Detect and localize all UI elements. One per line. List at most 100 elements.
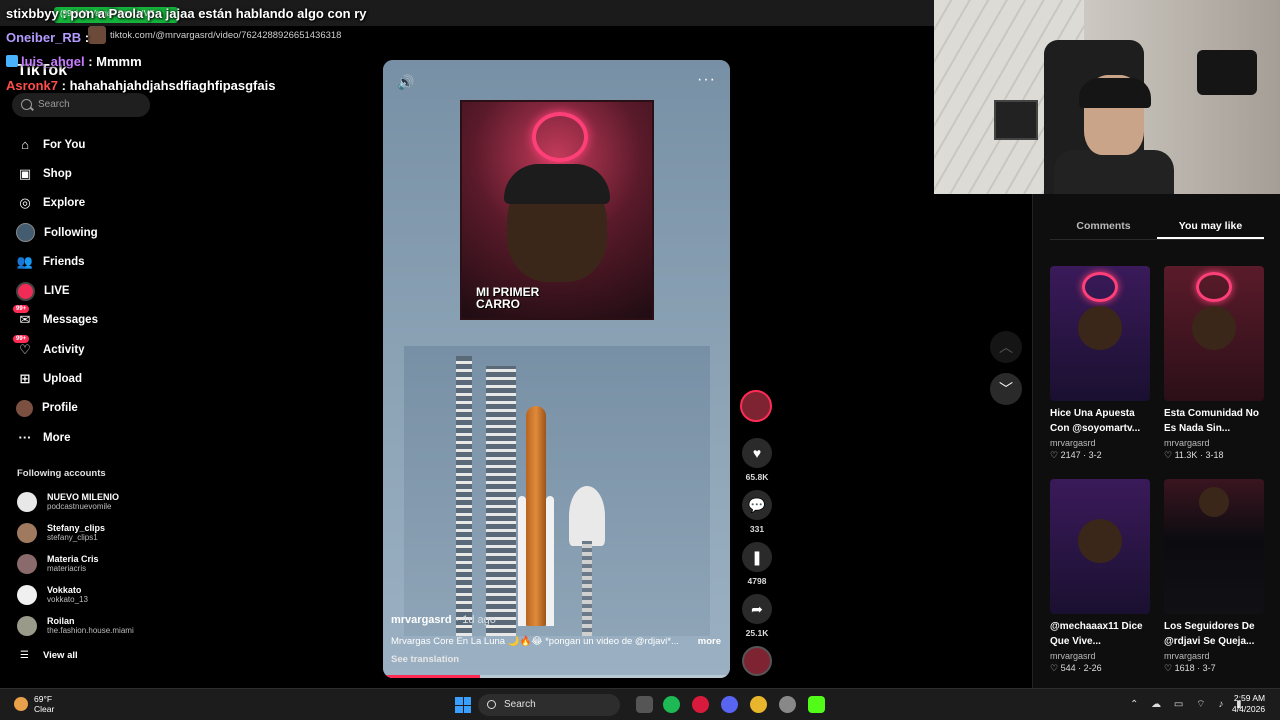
nav-live[interactable]: LIVE bbox=[16, 276, 98, 305]
card-meta: ♡ 11.3K · 3-18 bbox=[1164, 450, 1224, 460]
rocket bbox=[526, 406, 546, 626]
following-account[interactable]: Stefany_clips stefany_clips1 bbox=[17, 523, 105, 543]
nav-label: Activity bbox=[43, 343, 85, 356]
like-button[interactable]: ♥ bbox=[742, 438, 772, 468]
nav-label: Friends bbox=[43, 255, 85, 268]
nav-shop[interactable]: ▣ Shop bbox=[16, 159, 98, 188]
chat-user: luis_ahgel bbox=[21, 54, 85, 69]
taskbar-search[interactable]: Search bbox=[478, 694, 620, 716]
inset-label-line: CARRO bbox=[476, 297, 520, 311]
water-tower-leg bbox=[582, 541, 592, 636]
chat-sep: : bbox=[81, 30, 90, 45]
kick-icon[interactable] bbox=[808, 696, 825, 713]
nav-activity[interactable]: ♡ 99+ Activity bbox=[13, 334, 98, 364]
suggested-video-card[interactable]: Hice Una Apuesta Con @soyomartv... mrvar… bbox=[1050, 266, 1150, 461]
nav-label: Shop bbox=[43, 167, 72, 180]
thumbnail-neon bbox=[1196, 272, 1232, 302]
nav-for-you[interactable]: ⌂ For You bbox=[16, 130, 98, 159]
nav-profile[interactable]: Profile bbox=[16, 394, 98, 423]
activity-badge: 99+ bbox=[13, 334, 30, 343]
chat-user: Oneiber_RB bbox=[6, 30, 82, 45]
account-name: NUEVO MILENIO bbox=[47, 492, 120, 502]
suggested-video-card[interactable]: @mechaaax11 Dice Que Vive... mrvargasrd … bbox=[1050, 479, 1150, 674]
sidebar-nav: ⌂ For You ▣ Shop ◎ Explore Following 👥 Frien… bbox=[13, 130, 98, 452]
tab-you-may-like[interactable]: You may like bbox=[1157, 216, 1264, 239]
more-dots-icon: ··· bbox=[18, 430, 32, 446]
bookmark-button[interactable]: ❚ bbox=[742, 542, 772, 572]
video-player[interactable]: 🔊 ··· MI PRIMER CARRO mrvargasrd · 1d ago … bbox=[383, 60, 730, 678]
nav-explore[interactable]: ◎ Explore bbox=[16, 189, 98, 218]
thumbnail-neon bbox=[1082, 272, 1118, 302]
desk-monitor bbox=[994, 100, 1038, 140]
next-video-button[interactable]: ﹀ bbox=[990, 373, 1022, 405]
suggested-video-card[interactable]: Esta Comunidad No Es Nada Sin... mrvarga… bbox=[1164, 266, 1264, 461]
nav-upload[interactable]: ⊞ Upload bbox=[16, 364, 98, 393]
volume-icon[interactable]: 🔊 bbox=[397, 74, 414, 91]
right-panel: Comments You may like Hice Una Apuesta C… bbox=[1032, 194, 1280, 688]
creator-avatar[interactable] bbox=[740, 390, 772, 422]
share-count: 25.1K bbox=[745, 628, 769, 638]
launch-tower bbox=[456, 356, 472, 636]
more-options-icon[interactable]: ··· bbox=[697, 71, 716, 89]
action-rail: ♥ 65.8K 💬 331 ❚ 4798 ➦ 25.1K bbox=[740, 390, 774, 676]
activity-icon: ♡ 99+ bbox=[13, 334, 34, 359]
chat-message: stixbbyy : pon a Paola pa jajaa están ha… bbox=[6, 2, 367, 26]
following-account[interactable]: Materia Cris materiacris bbox=[17, 554, 99, 574]
card-title: Esta Comunidad No Es Nada Sin... bbox=[1164, 408, 1260, 434]
nav-messages[interactable]: ✉ 99+ Messages bbox=[13, 305, 98, 335]
card-likes: 1618 bbox=[1174, 663, 1195, 673]
card-author: mrvargasrd bbox=[1050, 651, 1096, 661]
card-author: mrvargasrd bbox=[1050, 438, 1096, 448]
tab-comments[interactable]: Comments bbox=[1050, 216, 1157, 239]
discord-icon[interactable] bbox=[721, 696, 738, 713]
card-date: 3-7 bbox=[1202, 663, 1216, 673]
following-account[interactable]: Vokkato vokkato_13 bbox=[17, 585, 88, 605]
video-progress-bar[interactable] bbox=[383, 675, 730, 678]
nav-label: For You bbox=[43, 138, 86, 151]
account-name: Materia Cris bbox=[47, 554, 99, 564]
comment-button[interactable]: 💬 bbox=[742, 490, 772, 520]
account-name: Stefany_clips bbox=[47, 523, 106, 533]
shopping-bag-icon: ▣ bbox=[18, 165, 32, 181]
card-date: 3-2 bbox=[1088, 450, 1102, 460]
suggested-video-card[interactable]: Los Seguidores De @rdjavi Se Queja... mr… bbox=[1164, 479, 1264, 674]
previous-video-button[interactable]: ︿ bbox=[990, 331, 1022, 363]
account-handle: stefany_clips1 bbox=[47, 533, 98, 542]
avatar bbox=[17, 616, 37, 636]
task-view-icon[interactable] bbox=[636, 696, 653, 713]
system-clock[interactable]: 2:59 AM 4/4/2026 bbox=[1232, 693, 1265, 715]
music-disc-avatar[interactable] bbox=[742, 646, 772, 676]
weather-temp: 69°F bbox=[34, 694, 53, 704]
nav-friends[interactable]: 👥 Friends bbox=[16, 247, 98, 276]
messages-icon: ✉ 99+ bbox=[13, 305, 34, 329]
chrome-icon[interactable] bbox=[750, 696, 767, 713]
following-account[interactable]: NUEVO MILENIO podcastnuevomile bbox=[17, 492, 119, 512]
weather-widget[interactable]: 69°F Clear bbox=[14, 694, 54, 714]
more-button[interactable]: more bbox=[698, 636, 721, 647]
search-icon bbox=[21, 99, 32, 110]
see-translation-link[interactable]: See translation bbox=[391, 654, 459, 665]
windows-start-icon[interactable] bbox=[455, 697, 471, 713]
following-account[interactable]: Roilan the.fashion.house.miami bbox=[17, 616, 134, 636]
home-icon: ⌂ bbox=[21, 137, 29, 153]
nav-following[interactable]: Following bbox=[16, 218, 98, 247]
nav-label: Upload bbox=[43, 373, 82, 386]
share-button[interactable]: ➦ bbox=[742, 594, 772, 624]
card-likes: 11.3K bbox=[1174, 450, 1198, 460]
friends-icon: 👥 bbox=[16, 253, 34, 269]
view-all-button[interactable]: ☰ View all bbox=[20, 650, 78, 661]
card-date: 3-18 bbox=[1205, 450, 1224, 460]
card-title: Hice Una Apuesta Con @soyomartv... bbox=[1050, 408, 1141, 434]
app-icon[interactable] bbox=[779, 696, 796, 713]
account-handle: podcastnuevomile bbox=[47, 502, 112, 511]
card-title: @mechaaax11 Dice Que Vive... bbox=[1050, 621, 1143, 647]
video-author[interactable]: mrvargasrd · 1d ago bbox=[391, 614, 496, 626]
author-name: mrvargasrd bbox=[391, 614, 452, 626]
spotify-icon[interactable] bbox=[663, 696, 680, 713]
account-handle: vokkato_13 bbox=[47, 595, 88, 604]
following-accounts-header: Following accounts bbox=[17, 468, 106, 479]
clock-time: 2:59 AM bbox=[1233, 693, 1266, 703]
nav-more[interactable]: ··· More bbox=[16, 423, 98, 452]
opera-icon[interactable] bbox=[692, 696, 709, 713]
system-tray[interactable]: ⌃ ☁ ▭ ⌔ ♪ ▮ bbox=[1130, 698, 1247, 711]
